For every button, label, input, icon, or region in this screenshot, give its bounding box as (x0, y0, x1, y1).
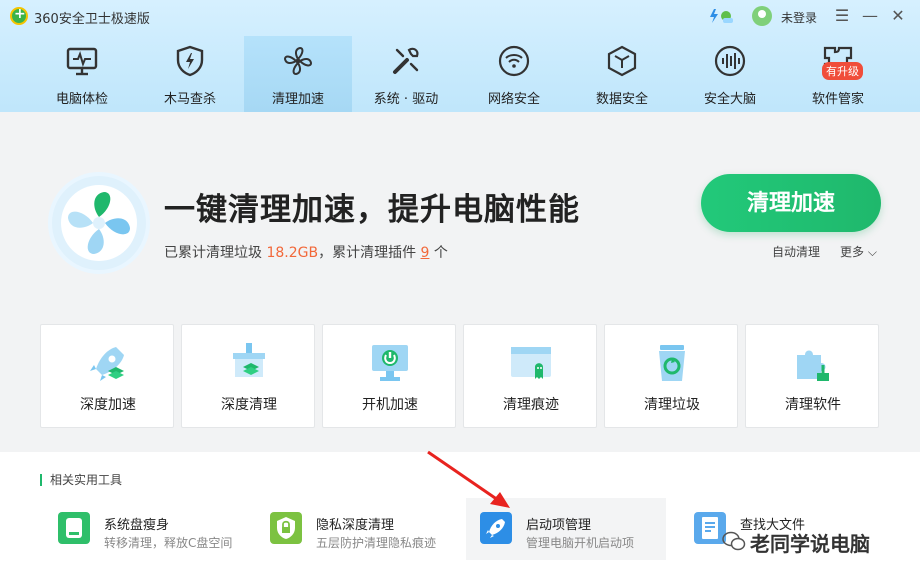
card-boot-speedup[interactable]: 开机加速 (322, 324, 456, 428)
puzzle-broom-icon (797, 350, 829, 381)
nav-label: 系统 · 驱动 (373, 92, 439, 107)
cleanup-speedup-button[interactable]: 清理加速 (701, 174, 881, 232)
tool-system-disk-slim[interactable]: 系统盘瘦身 转移清理，释放C盘空间 (44, 498, 244, 560)
nav-label: 安全大脑 (703, 92, 756, 107)
fan-logo-icon (48, 172, 150, 274)
tool-desc: 转移清理，释放C盘空间 (104, 536, 233, 550)
watermark-text: 老同学说电脑 (750, 532, 870, 556)
monitor-pulse-icon (66, 47, 98, 76)
stats-mid: ，累计清理插件 (318, 245, 421, 261)
fan-blades-icon (61, 185, 137, 261)
cube-icon (607, 45, 637, 77)
garbage-amount: 18.2GB (266, 245, 319, 261)
card-label: 开机加速 (362, 397, 418, 413)
stats-suffix: 个 (429, 245, 448, 261)
nav-item-system-driver[interactable]: 系统 · 驱动 (352, 36, 460, 112)
card-clean-software[interactable]: 清理软件 (745, 324, 879, 428)
title-bar: 360安全卫士极速版 未登录 ☰ — ✕ (0, 0, 920, 32)
nav-label: 电脑体检 (55, 92, 108, 107)
nav-label: 清理加速 (271, 92, 324, 107)
card-clean-traces[interactable]: 清理痕迹 (463, 324, 597, 428)
monitor-power-icon (372, 345, 408, 381)
recycle-bin-icon (659, 345, 685, 381)
avatar[interactable] (752, 6, 772, 26)
brush-icon (233, 343, 265, 377)
nav-item-checkup[interactable]: 电脑体检 (28, 36, 136, 112)
auto-clean-link[interactable]: 自动清理 (772, 243, 820, 260)
nav-label: 数据安全 (595, 92, 648, 107)
rocket-icon (480, 512, 512, 544)
cleanup-panel: 一键清理加速，提升电脑性能 已累计清理垃圾 18.2GB，累计清理插件 9 个 … (0, 112, 920, 452)
card-deep-clean[interactable]: 深度清理 (181, 324, 315, 428)
fan-icon (283, 46, 313, 76)
card-label: 深度清理 (221, 397, 277, 413)
card-deep-speedup[interactable]: 深度加速 (40, 324, 174, 428)
nav-label: 网络安全 (487, 92, 540, 107)
nav-label: 木马查杀 (163, 92, 216, 107)
more-label: 更多 (840, 245, 865, 259)
cloud-sun-icon[interactable] (706, 7, 736, 25)
nav-item-trojan[interactable]: 木马查杀 (136, 36, 244, 112)
header: 360安全卫士极速版 未登录 ☰ — ✕ 电脑体检 木马查杀 (0, 0, 920, 112)
privacy-lock-icon (270, 512, 302, 544)
card-clean-junk[interactable]: 清理垃圾 (604, 324, 738, 428)
upgrade-badge: 有升级 (822, 62, 863, 80)
card-label: 清理垃圾 (644, 397, 700, 413)
tools-icon (393, 47, 419, 74)
rocket-icon (90, 347, 124, 381)
chevron-down-icon: ⌵ (867, 245, 877, 259)
disk-icon (58, 512, 90, 544)
card-label: 清理痕迹 (503, 397, 559, 413)
brain-icon (714, 45, 746, 77)
app-title: 360安全卫士极速版 (34, 12, 150, 27)
browser-ghost-icon (511, 347, 551, 379)
login-link[interactable]: 未登录 (781, 9, 817, 26)
card-label: 清理软件 (785, 397, 841, 413)
tools-title: 相关实用工具 (40, 474, 122, 486)
nav-item-security-brain[interactable]: 安全大脑 (676, 36, 784, 112)
tool-desc: 管理电脑开机启动项 (526, 536, 635, 550)
tool-desc: 五层防护清理隐私痕迹 (316, 536, 437, 550)
tool-name: 系统盘瘦身 (104, 518, 170, 533)
tool-name: 隐私深度清理 (316, 518, 395, 533)
nav-item-network[interactable]: 网络安全 (460, 36, 568, 112)
annotation-arrow (427, 450, 510, 508)
nav-item-cleanup[interactable]: 清理加速 (244, 36, 352, 112)
wifi-icon (498, 45, 530, 77)
shield-bolt-icon (176, 45, 204, 77)
wechat-icon (722, 531, 746, 551)
more-dropdown[interactable]: 更多 ⌵ (840, 243, 877, 260)
stats-prefix: 已累计清理垃圾 (164, 245, 267, 261)
nav-label: 软件管家 (811, 92, 864, 107)
close-icon[interactable]: ✕ (888, 6, 908, 26)
nav-item-data-security[interactable]: 数据安全 (568, 36, 676, 112)
tool-name: 启动项管理 (526, 518, 592, 533)
cleanup-stats: 已累计清理垃圾 18.2GB，累计清理插件 9 个 (164, 242, 448, 262)
page-title: 一键清理加速，提升电脑性能 (164, 192, 580, 228)
app-logo-icon (10, 6, 28, 25)
minimize-icon[interactable]: — (860, 6, 880, 26)
menu-icon[interactable]: ☰ (832, 6, 852, 26)
card-label: 深度加速 (80, 397, 136, 413)
